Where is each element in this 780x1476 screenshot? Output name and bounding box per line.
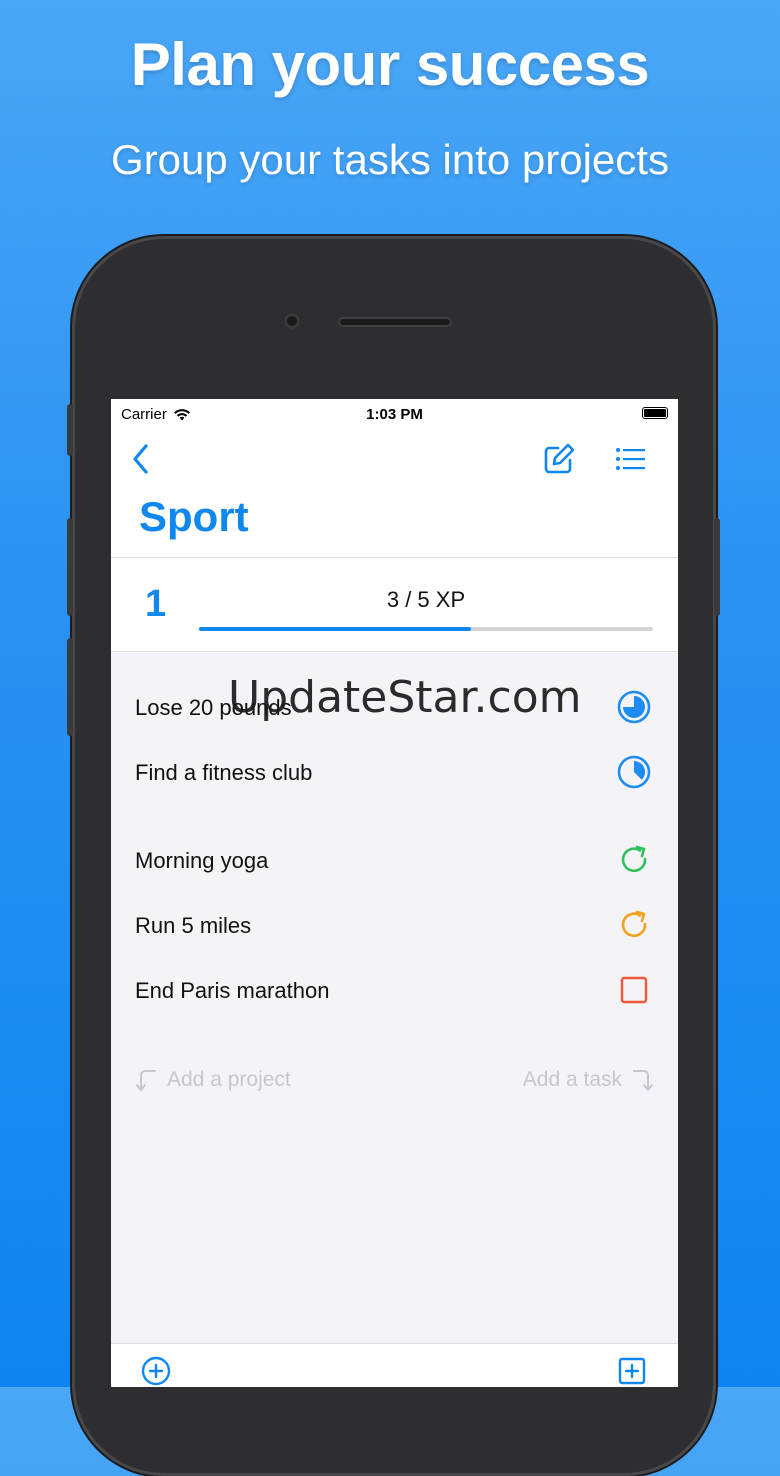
pie-progress-icon[interactable] [616, 689, 652, 725]
earpiece-speaker [338, 317, 452, 327]
row-label: Lose 20 pounds [135, 695, 292, 720]
xp-progress-bar [199, 627, 653, 631]
status-time: 1:03 PM [366, 406, 423, 423]
project-row-fitness-club[interactable]: Find a fitness club [111, 742, 678, 802]
arrow-down-left-icon [136, 1070, 156, 1091]
edit-button[interactable] [537, 437, 581, 481]
add-project-button[interactable] [139, 1354, 173, 1387]
edit-icon [544, 443, 575, 474]
add-project-hint[interactable]: Add a project [135, 1067, 291, 1093]
add-project-label: Add a project [167, 1068, 291, 1091]
list-icon [616, 448, 645, 470]
phone-screen: Carrier 1:03 PM Sport 1 3 / 5 XP Lose 20… [111, 399, 678, 1387]
repeat-icon[interactable] [616, 842, 652, 878]
row-label: Find a fitness club [135, 760, 313, 785]
back-button[interactable] [119, 437, 163, 481]
plus-circle-icon [141, 1356, 171, 1386]
level-divider [111, 651, 678, 652]
checkbox-icon[interactable] [616, 972, 652, 1008]
task-row-morning-yoga[interactable]: Morning yoga [111, 830, 678, 890]
add-task-button[interactable] [615, 1354, 649, 1387]
project-title: Sport [139, 493, 249, 540]
xp-progress-fill [199, 627, 472, 631]
front-camera [284, 313, 300, 329]
mute-switch [67, 404, 73, 456]
repeat-icon[interactable] [616, 907, 652, 943]
navigation-bar [111, 431, 678, 491]
promo-headline: Plan your success [130, 31, 650, 98]
task-row-run-5-miles[interactable]: Run 5 miles [111, 895, 678, 955]
pie-progress-small-icon[interactable] [616, 754, 652, 790]
arrow-down-right-icon [633, 1070, 653, 1091]
row-label: Run 5 miles [135, 913, 252, 938]
battery-icon [642, 407, 668, 419]
add-task-label: Add a task [522, 1068, 622, 1091]
xp-label: 3 / 5 XP [386, 587, 466, 612]
promo-subline: Group your tasks into projects [111, 136, 669, 183]
status-bar: Carrier 1:03 PM [111, 399, 678, 431]
task-list: Lose 20 pounds Find a fitness club Morni… [111, 653, 678, 1343]
title-divider [111, 557, 678, 558]
bottom-toolbar [111, 1343, 678, 1387]
task-row-paris-marathon[interactable]: End Paris marathon [111, 960, 678, 1020]
add-task-hint[interactable]: Add a task [523, 1067, 654, 1093]
chevron-left-icon [133, 444, 148, 474]
level-number: 1 [145, 583, 167, 625]
list-button[interactable] [609, 437, 653, 481]
plus-square-icon [618, 1357, 646, 1385]
volume-down-button [67, 638, 73, 736]
row-label: End Paris marathon [135, 978, 330, 1003]
power-button [714, 518, 720, 616]
project-row-lose-weight[interactable]: Lose 20 pounds [111, 677, 678, 737]
volume-up-button [67, 518, 73, 616]
row-label: Morning yoga [135, 848, 269, 873]
